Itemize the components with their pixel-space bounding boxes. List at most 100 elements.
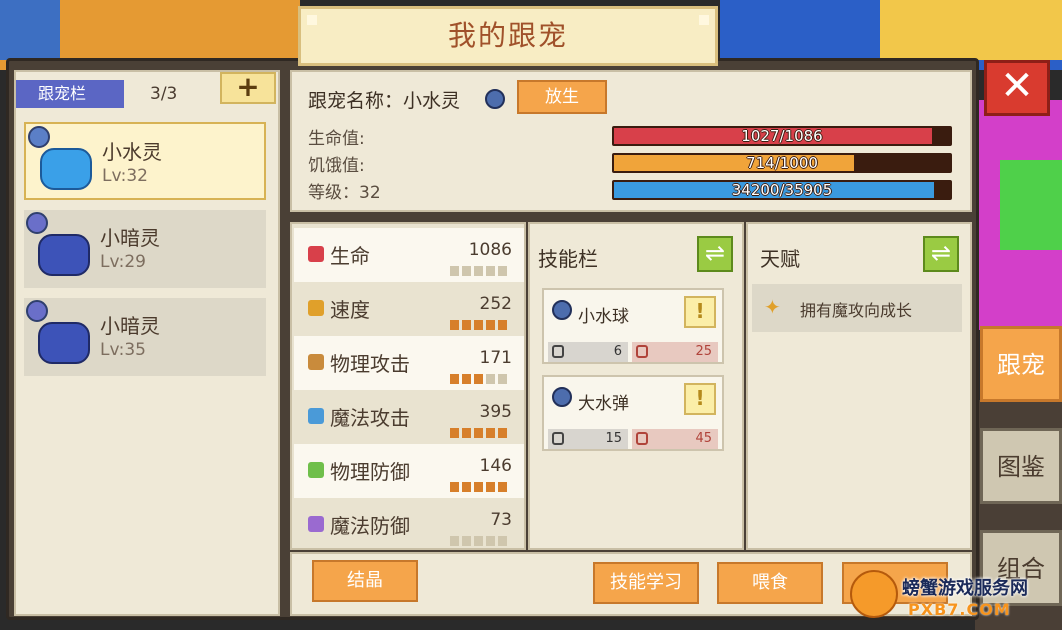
attribute-row: 速度 252 — [294, 282, 524, 336]
rating-pip — [450, 482, 459, 492]
rating-pip — [498, 482, 507, 492]
skill-cooldown: 15 — [548, 429, 628, 449]
pet-slot-count: 3/3 — [150, 84, 178, 104]
pet-card[interactable]: 小暗灵 Lv:35 — [24, 298, 266, 376]
pet-level: Lv:32 — [102, 166, 148, 186]
attribute-name: 魔法防御 — [330, 514, 410, 538]
pet-level: Lv:35 — [100, 340, 146, 360]
skill-cooldown-value: 15 — [605, 431, 622, 446]
pet-name: 小暗灵 — [100, 226, 160, 250]
attribute-name: 物理防御 — [330, 460, 410, 484]
attribute-name: 物理攻击 — [330, 352, 410, 376]
hp-bar: 1027/1086 — [612, 126, 952, 146]
skill-cost: 45 — [632, 429, 718, 449]
add-slot-button[interactable]: + — [220, 72, 276, 104]
watermark-title: 螃蟹游戏服务网 — [902, 578, 1028, 599]
rating-pip — [486, 536, 495, 546]
boot-icon — [308, 300, 324, 316]
attribute-rating — [450, 536, 514, 546]
mana-icon — [636, 432, 648, 445]
rating-pip — [462, 374, 471, 384]
water-pet-sprite-icon — [40, 148, 92, 190]
crystal-button[interactable]: 结晶 — [312, 560, 418, 602]
attribute-rating — [450, 428, 514, 438]
title-banner: 我的跟宠 — [298, 6, 718, 66]
dark-element-icon — [26, 300, 48, 322]
attribute-name: 魔法攻击 — [330, 406, 410, 430]
pet-card[interactable]: 小暗灵 Lv:29 — [24, 210, 266, 288]
rating-pip — [462, 536, 471, 546]
pet-name: 小水灵 — [102, 140, 162, 164]
rating-pip — [486, 482, 495, 492]
rating-pip — [498, 536, 507, 546]
skill-card[interactable]: 小水球 ! 6 25 — [542, 288, 724, 364]
attribute-rating — [450, 320, 514, 330]
rating-pip — [462, 482, 471, 492]
skill-card[interactable]: 大水弹 ! 15 45 — [542, 375, 724, 451]
rating-pip — [498, 428, 507, 438]
skill-name: 大水弹 — [578, 394, 629, 414]
skill-cost-value: 45 — [695, 431, 712, 446]
attribute-value: 1086 — [468, 240, 512, 260]
learn-skill-button[interactable]: 技能学习 — [593, 562, 699, 604]
rating-pip — [450, 266, 459, 276]
clock-icon — [552, 345, 564, 358]
rating-pip — [498, 320, 507, 330]
level-label: 等级：32 — [308, 183, 381, 203]
attribute-row: 魔法防御 73 — [294, 498, 524, 548]
attribute-row: 生命 1086 — [294, 228, 524, 282]
rating-pip — [474, 320, 483, 330]
release-button[interactable]: 放生 — [517, 80, 607, 114]
pet-name: 小暗灵 — [100, 314, 160, 338]
attributes-panel: 生命 1086 速度 252 物理攻击 171 魔法攻击 395 物理防御 14… — [290, 222, 526, 550]
tab-codex[interactable]: 图鉴 — [980, 428, 1062, 504]
sparkle-icon: ✦ — [764, 295, 781, 319]
rating-pip — [462, 428, 471, 438]
rating-pip — [486, 374, 495, 384]
rating-pip — [486, 428, 495, 438]
skills-swap-button[interactable]: ⇌ — [697, 236, 733, 272]
rating-pip — [450, 374, 459, 384]
skills-title: 技能栏 — [538, 247, 598, 271]
feed-button[interactable]: 喂食 — [717, 562, 823, 604]
shield-icon — [308, 462, 324, 478]
hunger-label: 饥饿值: — [308, 156, 365, 176]
rating-pip — [474, 536, 483, 546]
rating-pip — [474, 266, 483, 276]
attribute-name: 生命 — [330, 244, 370, 268]
tab-pets[interactable]: 跟宠 — [980, 326, 1062, 402]
dark-pet-sprite-icon — [38, 234, 90, 276]
water-element-icon — [552, 300, 572, 320]
fist-icon — [308, 354, 324, 370]
exp-bar-text: 34200/35905 — [731, 181, 833, 199]
water-element-icon — [485, 89, 505, 109]
attribute-row: 物理攻击 171 — [294, 336, 524, 390]
skill-info-button[interactable]: ! — [684, 383, 716, 415]
attribute-rating — [450, 374, 514, 384]
skill-info-button[interactable]: ! — [684, 296, 716, 328]
pet-level: Lv:29 — [100, 252, 146, 272]
banner-deco — [699, 15, 709, 25]
skill-cooldown-value: 6 — [613, 344, 622, 359]
talent-title: 天赋 — [760, 247, 800, 271]
close-button[interactable]: ✕ — [984, 60, 1050, 116]
water-element-icon — [28, 126, 50, 148]
water-element-icon — [552, 387, 572, 407]
heart-icon — [308, 246, 324, 262]
dark-element-icon — [26, 212, 48, 234]
banner-deco — [307, 15, 317, 25]
flower-icon — [308, 516, 324, 532]
talent-swap-button[interactable]: ⇌ — [923, 236, 959, 272]
attribute-row: 物理防御 146 — [294, 444, 524, 498]
exp-bar: 34200/35905 — [612, 180, 952, 200]
talent-text: 拥有魔攻向成长 — [800, 301, 913, 320]
magic-icon — [308, 408, 324, 424]
rating-pip — [474, 374, 483, 384]
skill-cost-value: 25 — [695, 344, 712, 359]
mana-icon — [636, 345, 648, 358]
pet-card[interactable]: 小水灵 Lv:32 — [24, 122, 266, 200]
rating-pip — [498, 266, 507, 276]
rating-pip — [450, 320, 459, 330]
hunger-bar: 714/1000 — [612, 153, 952, 173]
attribute-rating — [450, 266, 514, 276]
